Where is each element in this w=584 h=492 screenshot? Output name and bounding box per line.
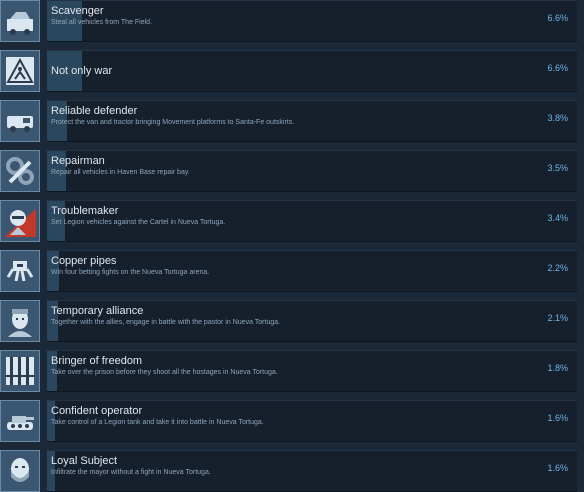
tank-icon xyxy=(0,400,40,442)
achievement-panel: Reliable defender Protect the van and tra… xyxy=(47,100,577,142)
achievement-panel: Not only war 6.6% xyxy=(47,50,577,92)
face-portrait-icon xyxy=(0,300,40,342)
achievement-panel: Bringer of freedom Take over the prison b… xyxy=(47,350,577,392)
wrench-gears-icon xyxy=(0,150,40,192)
achievement-description: Take over the prison before they shoot a… xyxy=(51,369,278,376)
prison-bars-icon xyxy=(0,350,40,392)
achievement-description: Steal all vehicles from The Field. xyxy=(51,19,153,26)
achievement-row[interactable]: Temporary alliance Together with the alli… xyxy=(0,300,584,342)
achievement-panel: Temporary alliance Together with the alli… xyxy=(47,300,577,342)
unlock-percentage: 3.5% xyxy=(547,163,568,173)
achievement-description: Together with the allies, engage in batt… xyxy=(51,319,281,326)
achievement-description: Win four betting fights on the Nueva Tor… xyxy=(51,269,210,276)
bearded-face-icon xyxy=(0,450,40,492)
achievement-title: Scavenger xyxy=(51,5,104,17)
achievement-row[interactable]: Repairman Repair all vehicles in Haven Ba… xyxy=(0,150,584,192)
unlock-percentage: 6.6% xyxy=(547,63,568,73)
achievement-list: Scavenger Steal all vehicles from The Fie… xyxy=(0,0,584,492)
achievement-title: Temporary alliance xyxy=(51,305,144,317)
unlock-percentage: 3.8% xyxy=(547,113,568,123)
achievement-title: Bringer of freedom xyxy=(51,355,143,367)
achievement-row[interactable]: Copper pipes Win four betting fights on t… xyxy=(0,250,584,292)
achievement-row[interactable]: Troublemaker Set Legion vehicles against … xyxy=(0,200,584,242)
achievement-row[interactable]: Scavenger Steal all vehicles from The Fie… xyxy=(0,0,584,42)
achievement-title: Repairman xyxy=(51,155,105,167)
achievement-panel: Loyal Subject Infiltrate the mayor withou… xyxy=(47,450,577,492)
achievement-title: Confident operator xyxy=(51,405,143,417)
van-icon xyxy=(0,100,40,142)
unlock-percentage: 3.4% xyxy=(547,213,568,223)
arena-machine-icon xyxy=(0,250,40,292)
achievement-panel: Troublemaker Set Legion vehicles against … xyxy=(47,200,577,242)
achievement-description: Repair all vehicles in Haven Base repair… xyxy=(51,169,190,176)
achievement-panel: Copper pipes Win four betting fights on t… xyxy=(47,250,577,292)
achievement-panel: Confident operator Take control of a Legi… xyxy=(47,400,577,442)
wrecked-car-icon xyxy=(0,0,40,42)
unlock-percentage: 1.6% xyxy=(547,413,568,423)
unlock-percentage: 1.6% xyxy=(547,463,568,473)
unlock-percentage: 6.6% xyxy=(547,13,568,23)
achievement-panel: Scavenger Steal all vehicles from The Fie… xyxy=(47,0,577,42)
achievement-row[interactable]: Reliable defender Protect the van and tra… xyxy=(0,100,584,142)
unlock-percentage: 2.1% xyxy=(547,313,568,323)
achievement-title: Not only war xyxy=(51,65,113,77)
achievement-description: Set Legion vehicles against the Cartel i… xyxy=(51,219,226,226)
achievement-description: Take control of a Legion tank and take i… xyxy=(51,419,264,426)
achievement-description: Protect the van and tractor bringing Mov… xyxy=(51,119,295,126)
achievement-title: Reliable defender xyxy=(51,105,138,117)
achievement-title: Troublemaker xyxy=(51,205,119,217)
achievement-row[interactable]: Confident operator Take control of a Legi… xyxy=(0,400,584,442)
achievement-panel: Repairman Repair all vehicles in Haven Ba… xyxy=(47,150,577,192)
achievement-title: Loyal Subject xyxy=(51,455,118,467)
achievement-row[interactable]: Bringer of freedom Take over the prison b… xyxy=(0,350,584,392)
masked-face-icon xyxy=(0,200,40,242)
achievement-row[interactable]: Loyal Subject Infiltrate the mayor withou… xyxy=(0,450,584,492)
road-work-sign-icon xyxy=(0,50,40,92)
achievement-title: Copper pipes xyxy=(51,255,117,267)
achievement-description: Infiltrate the mayor without a fight in … xyxy=(51,469,211,476)
unlock-percentage: 1.8% xyxy=(547,363,568,373)
unlock-percentage: 2.2% xyxy=(547,263,568,273)
achievement-row[interactable]: Not only war 6.6% xyxy=(0,50,584,92)
